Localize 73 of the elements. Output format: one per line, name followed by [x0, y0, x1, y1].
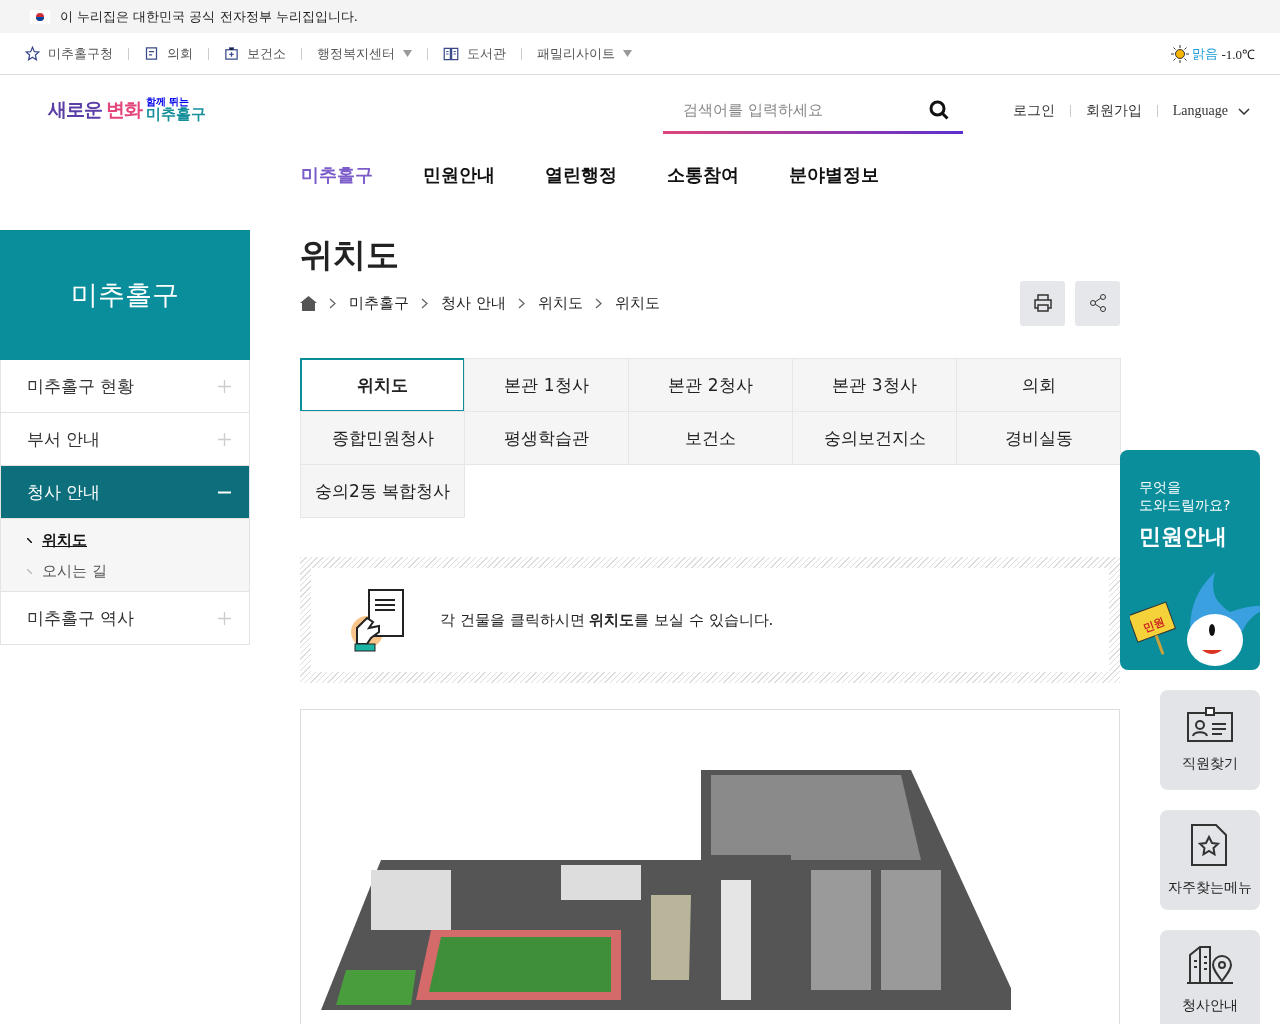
- chevron-right-icon: [517, 297, 526, 309]
- breadcrumb-link[interactable]: 미추홀구: [349, 293, 409, 313]
- print-icon: [1032, 293, 1053, 313]
- utility-link[interactable]: 미추홀구청: [25, 44, 113, 63]
- bullet-icon: [27, 569, 32, 574]
- utility-link[interactable]: 의회: [144, 44, 193, 63]
- chevron-right-icon: [594, 297, 603, 309]
- search-icon[interactable]: [928, 100, 949, 120]
- hand-holding-document-icon: [349, 588, 405, 652]
- home-icon[interactable]: [300, 295, 317, 311]
- sidebar-subitem[interactable]: 위치도: [27, 531, 249, 550]
- main-nav-item[interactable]: 소통참여: [667, 162, 739, 187]
- plus-icon: [218, 611, 231, 625]
- medical-kit-icon: [224, 46, 239, 61]
- breadcrumb-link[interactable]: 위치도: [614, 293, 660, 313]
- utility-link[interactable]: 행정복지센터: [317, 44, 412, 63]
- sun-icon: [1171, 44, 1190, 63]
- building-tab[interactable]: 의회: [956, 358, 1121, 412]
- civil-service-banner[interactable]: 무엇을 도와드릴까요? 민원안내 민원: [1120, 450, 1260, 670]
- building-tab[interactable]: 평생학습관: [464, 411, 629, 465]
- mascot-drawing: 민원: [1130, 562, 1260, 670]
- utility-link[interactable]: 패밀리사이트: [537, 44, 632, 63]
- main-nav-item[interactable]: 열린행정: [545, 162, 617, 187]
- building-tab[interactable]: 숭의2동 복합청사: [300, 464, 465, 518]
- building-tab[interactable]: 본관 3청사: [792, 358, 957, 412]
- star-icon: [25, 46, 40, 61]
- sidebar-item[interactable]: 미추홀구 현황: [0, 360, 250, 413]
- quick-menu-item[interactable]: 청사안내: [1160, 930, 1260, 1024]
- building-tab[interactable]: 보건소: [628, 411, 793, 465]
- breadcrumb-link[interactable]: 위치도: [537, 293, 583, 313]
- share-button[interactable]: [1075, 280, 1120, 326]
- utility-link[interactable]: 보건소: [224, 44, 286, 63]
- plus-icon: [218, 379, 231, 393]
- id-card-icon: [1186, 707, 1234, 743]
- book-icon: [443, 46, 459, 61]
- document-icon: [144, 46, 159, 61]
- quick-menu-item[interactable]: 자주찾는메뉴: [1160, 810, 1260, 910]
- account-link[interactable]: 로그인: [1012, 102, 1055, 120]
- building-tab[interactable]: 종합민원청사: [300, 411, 465, 465]
- sidebar-title: 미추홀구: [0, 230, 250, 360]
- building-tab[interactable]: 숭의보건지소: [792, 411, 957, 465]
- national-flag-icon: [30, 9, 50, 24]
- breadcrumb-link[interactable]: 청사 안내: [441, 293, 506, 313]
- star-document-icon: [1190, 823, 1230, 867]
- building-location-icon: [1186, 945, 1234, 985]
- sidebar-subitem[interactable]: 오시는 길: [27, 562, 249, 581]
- main-nav-item[interactable]: 분야별정보: [789, 162, 879, 187]
- bullet-icon: [27, 538, 32, 543]
- plus-icon: [218, 432, 231, 446]
- building-tab[interactable]: 본관 1청사: [464, 358, 629, 412]
- building-tab[interactable]: 본관 2청사: [628, 358, 793, 412]
- search-field[interactable]: 검색어를 입력하세요: [662, 88, 963, 134]
- utility-link[interactable]: 도서관: [443, 44, 506, 63]
- notice-text: 각 건물을 클릭하시면 위치도를 보실 수 있습니다.: [440, 610, 774, 630]
- sidebar-item[interactable]: 부서 안내: [0, 413, 250, 466]
- main-nav-item[interactable]: 미추홀구: [301, 162, 373, 187]
- language-selector[interactable]: Language: [1172, 103, 1250, 119]
- temperature-text: -1.0℃: [1221, 45, 1255, 63]
- share-icon: [1087, 293, 1108, 313]
- print-button[interactable]: [1020, 280, 1065, 326]
- page-title: 위치도: [300, 234, 400, 276]
- sidebar-item[interactable]: 청사 안내: [0, 466, 250, 519]
- chevron-right-icon: [329, 297, 337, 309]
- gov-notice-text: 이 누리집은 대한민국 공식 전자정부 누리집입니다.: [60, 7, 358, 26]
- chevron-down-icon: [1238, 107, 1250, 115]
- building-tab[interactable]: 위치도: [300, 358, 465, 412]
- building-tab[interactable]: 경비실동: [956, 411, 1121, 465]
- sidebar-item[interactable]: 미추홀구 역사: [0, 592, 250, 645]
- account-link[interactable]: 회원가입: [1085, 102, 1142, 120]
- quick-menu-item[interactable]: 직원찾기: [1160, 690, 1260, 790]
- main-nav-item[interactable]: 민원안내: [423, 162, 495, 187]
- weather-condition: 맑음: [1192, 44, 1219, 63]
- chevron-right-icon: [421, 297, 429, 309]
